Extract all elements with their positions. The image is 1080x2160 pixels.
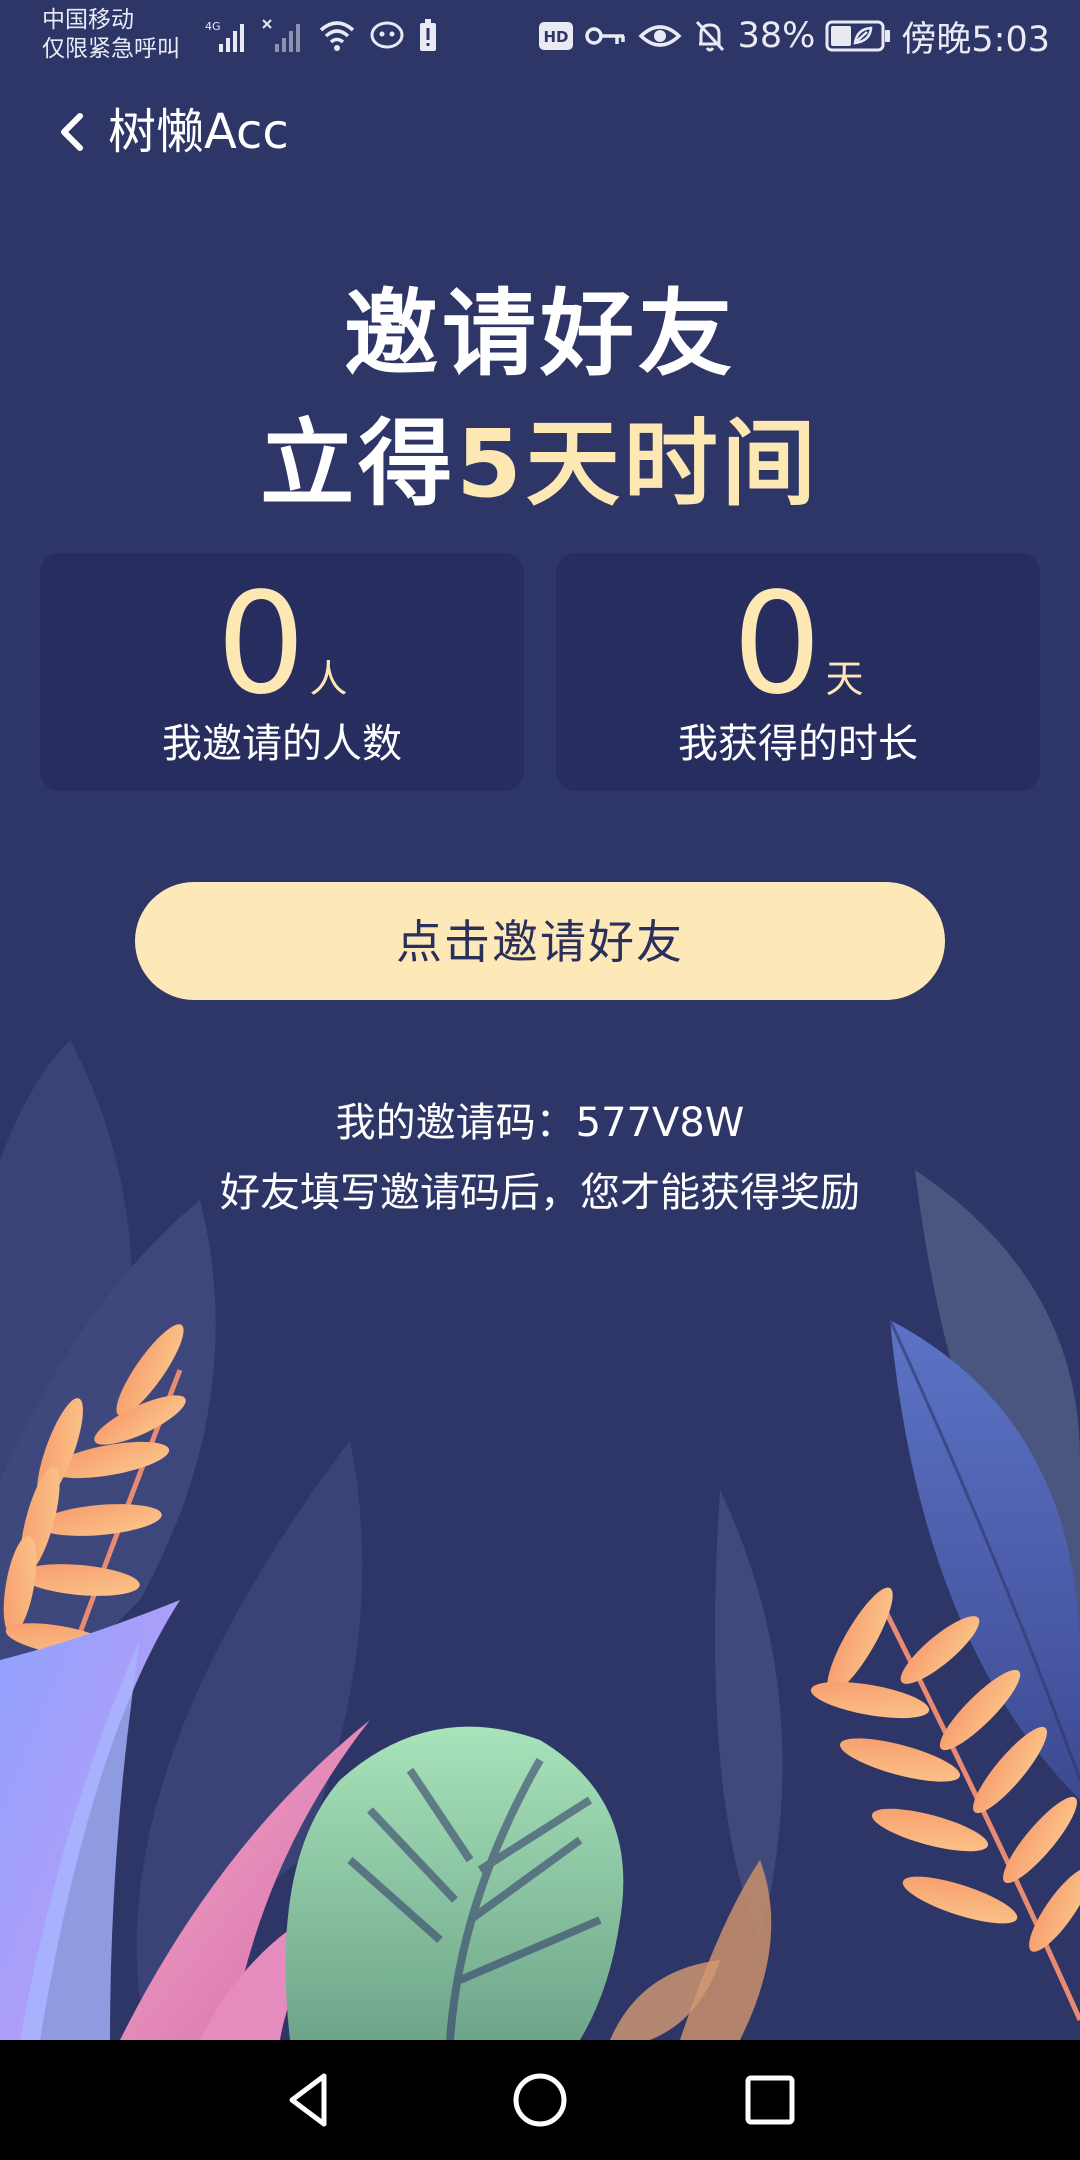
hero-subtitle-highlight: 5天时间 — [456, 410, 820, 519]
invited-count-card: 0人 我邀请的人数 — [40, 553, 524, 791]
nav-recents-icon[interactable] — [738, 2068, 802, 2132]
hero-subtitle-prefix: 立得 — [260, 410, 457, 519]
hd-label: HD — [543, 28, 568, 46]
eye-icon — [638, 25, 682, 47]
invited-count-unit: 人 — [309, 657, 348, 701]
battery-percent: 38% — [737, 16, 816, 56]
signal-group: 4G — [205, 14, 439, 58]
invite-code-value: 577V8W — [575, 1100, 745, 1146]
earned-days-unit: 天 — [825, 657, 864, 701]
network-type-label: 4G — [205, 20, 221, 33]
hero-subtitle: 立得5天时间 — [0, 410, 1080, 520]
clock: 傍晚5:03 — [901, 19, 1050, 60]
invite-code-label: 我的邀请码： — [335, 1100, 576, 1146]
status-right: HD 38% 傍晚5:03 — [538, 14, 1050, 60]
hero-title: 邀请好友 — [343, 280, 736, 389]
reward-hint: 好友填写邀请码后，您才能获得奖励 — [220, 1170, 860, 1216]
back-arrow-icon[interactable] — [50, 104, 98, 160]
signal-4g-icon: 4G — [205, 20, 244, 52]
invited-count-value: 0 — [216, 563, 306, 726]
earned-days-label: 我获得的时长 — [678, 721, 918, 767]
hd-icon: HD — [538, 22, 573, 50]
wifi-icon — [319, 21, 355, 51]
battery-icon — [825, 20, 891, 52]
no-signal-icon — [262, 19, 300, 52]
system-nav-bar — [0, 2040, 1080, 2160]
earned-days: 0天 — [556, 565, 1040, 725]
key-icon — [584, 27, 625, 45]
carrier-status: 仅限紧急呼叫 — [42, 36, 180, 62]
carrier-name: 中国移动 — [42, 7, 134, 33]
nav-home-icon[interactable] — [508, 2068, 572, 2132]
earned-days-value: 0 — [732, 563, 822, 726]
invited-count-label: 我邀请的人数 — [162, 721, 402, 767]
nav-back-icon[interactable] — [278, 2068, 342, 2132]
page-title: 树懒Acc — [108, 104, 289, 160]
carrier-info: 中国移动 仅限紧急呼叫 — [42, 6, 180, 64]
earned-days-card: 0天 我获得的时长 — [556, 553, 1040, 791]
mute-bell-icon — [695, 20, 724, 52]
invite-friends-button[interactable]: 点击邀请好友 — [135, 882, 945, 1000]
chat-app-icon — [370, 21, 404, 49]
battery-alert-icon — [420, 19, 436, 51]
invite-code-line: 我的邀请码：577V8W — [0, 1090, 1080, 1156]
invited-count: 0人 — [40, 565, 524, 725]
status-bar: 中国移动 仅限紧急呼叫 4G HD 38% 傍晚5:03 — [0, 0, 1080, 72]
